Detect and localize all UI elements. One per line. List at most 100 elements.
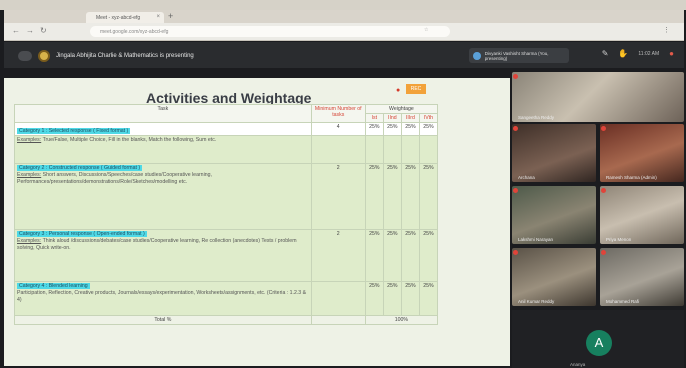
new-tab-icon[interactable]: + bbox=[168, 11, 173, 21]
browser-address-bar: ← → ↻ meet.google.com/xyz-abcd-efg ☆ ⋮ bbox=[4, 23, 684, 41]
browser-tab[interactable]: Meet - xyz-abcd-efg × bbox=[86, 12, 164, 23]
examples-text: True/False, Multiple Choice, Fill in the… bbox=[42, 137, 217, 143]
category-number bbox=[310, 281, 366, 316]
tab-close-icon[interactable]: × bbox=[156, 14, 160, 20]
table-row: Category 1 : Selected response ( Fixed f… bbox=[14, 122, 439, 136]
muted-mic-icon bbox=[513, 188, 518, 193]
muted-mic-icon bbox=[513, 250, 518, 255]
menu-icon[interactable]: ⋮ bbox=[663, 26, 674, 34]
examples-text: Participation, Reflection, Creative prod… bbox=[17, 290, 307, 303]
weight-cell: 25% bbox=[364, 163, 384, 230]
bookmark-icon[interactable]: ☆ bbox=[424, 27, 428, 33]
more-icon[interactable]: ● bbox=[669, 49, 674, 58]
weightage-table: Task Minimum Number of tasks Weightage I… bbox=[14, 104, 439, 325]
meet-top-bar: Jingala Abhijita Charlie & Mathematics i… bbox=[4, 42, 684, 68]
participant-tile[interactable]: Sangeetha Reddy bbox=[512, 72, 684, 122]
weight-cell: 25% bbox=[418, 229, 439, 282]
participant-name: Ananya bbox=[570, 362, 586, 367]
layout-toggle[interactable] bbox=[18, 51, 32, 61]
weight-cell: 25% bbox=[364, 122, 384, 136]
category-cell: Category 4 : Blended learning Participat… bbox=[14, 281, 312, 316]
muted-mic-icon bbox=[513, 126, 518, 131]
total-label: Total % bbox=[14, 315, 312, 325]
header-term: IIIrd bbox=[400, 113, 420, 123]
recording-badge: REC bbox=[406, 84, 426, 94]
category-title: Category 2 : Constructed response ( Guid… bbox=[17, 165, 143, 171]
category-number: 2 bbox=[310, 163, 366, 230]
category-cell: Category 1 : Selected response ( Fixed f… bbox=[14, 122, 312, 136]
empty-cell bbox=[400, 135, 420, 164]
empty-cell bbox=[382, 135, 402, 164]
weight-cell: 25% bbox=[382, 281, 402, 316]
participant-name: Archana bbox=[518, 175, 535, 180]
muted-mic-icon bbox=[601, 250, 606, 255]
url-text: meet.google.com/xyz-abcd-efg bbox=[100, 29, 169, 35]
reload-icon[interactable]: ↻ bbox=[40, 26, 47, 35]
participant-tile[interactable]: Ramesh Sharma (Admin) bbox=[600, 124, 684, 182]
participant-tile[interactable]: Mohammed Rafi bbox=[600, 248, 684, 306]
category-number: 4 bbox=[310, 122, 366, 136]
examples-label: Examples: bbox=[17, 172, 42, 178]
avatar-tile[interactable]: A Ananya bbox=[512, 310, 684, 368]
chat-icon[interactable]: ✎ bbox=[602, 49, 609, 58]
weight-cell: 25% bbox=[400, 229, 420, 282]
weight-cell: 25% bbox=[364, 281, 384, 316]
tab-title: Meet - xyz-abcd-efg bbox=[96, 15, 141, 21]
table-row: Category 4 : Blended learning Participat… bbox=[14, 281, 439, 316]
meeting-title: Jingala Abhijita Charlie & Mathematics i… bbox=[56, 53, 194, 59]
total-row: Total % 100% bbox=[14, 315, 439, 325]
weight-cell: 25% bbox=[400, 281, 420, 316]
presenting-icon bbox=[473, 51, 481, 60]
participant-tile[interactable]: Anil Kumar Reddy bbox=[512, 248, 596, 306]
header-number: Minimum Number of tasks bbox=[310, 104, 366, 123]
empty-cell bbox=[364, 135, 384, 164]
weight-cell: 25% bbox=[400, 122, 420, 136]
participant-tile[interactable]: Priya Menon bbox=[600, 186, 684, 244]
weight-cell: 25% bbox=[364, 229, 384, 282]
examples-cell: Examples: True/False, Multiple Choice, F… bbox=[14, 135, 312, 164]
table-row: Category 2 : Constructed response ( Guid… bbox=[14, 163, 439, 230]
total-value: 100% bbox=[364, 315, 439, 325]
weight-cell: 25% bbox=[400, 163, 420, 230]
header-weightage: Weightage bbox=[364, 104, 439, 114]
participant-name: Priya Menon bbox=[606, 237, 632, 242]
weight-cell: 25% bbox=[382, 229, 402, 282]
muted-mic-icon bbox=[513, 74, 518, 79]
category-cell: Category 3 : Personal response ( Open-en… bbox=[14, 229, 312, 282]
forward-icon[interactable]: → bbox=[26, 26, 34, 35]
examples-label: Examples: bbox=[17, 137, 42, 143]
meeting-time: 11:02 AM bbox=[638, 51, 660, 57]
url-field[interactable]: meet.google.com/xyz-abcd-efg bbox=[90, 26, 450, 37]
empty-cell bbox=[310, 315, 366, 325]
empty-cell bbox=[310, 135, 366, 164]
table-row: Examples: True/False, Multiple Choice, F… bbox=[14, 135, 439, 164]
category-number: 2 bbox=[310, 229, 366, 282]
participant-name: Lakshmi Narayan bbox=[518, 237, 554, 242]
hand-icon[interactable]: ✋ bbox=[618, 49, 628, 58]
participant-name: Sangeetha Reddy bbox=[518, 115, 555, 120]
presenter-label: Divyanki Vashisht Sharma (You, presentin… bbox=[484, 50, 549, 61]
presenter-chip[interactable]: Divyanki Vashisht Sharma (You, presentin… bbox=[469, 48, 569, 63]
examples-label: Examples: bbox=[17, 238, 42, 244]
participant-name: Ramesh Sharma (Admin) bbox=[606, 175, 657, 180]
category-title: Category 1 : Selected response ( Fixed f… bbox=[17, 128, 131, 134]
header-term: IInd bbox=[382, 113, 402, 123]
category-title: Category 4 : Blended learning bbox=[17, 283, 90, 289]
participant-name: Anil Kumar Reddy bbox=[518, 299, 555, 304]
weight-cell: 25% bbox=[382, 122, 402, 136]
muted-mic-icon bbox=[601, 126, 606, 131]
header-term: IVth bbox=[418, 113, 439, 123]
participant-tile[interactable]: Archana bbox=[512, 124, 596, 182]
header-task: Task bbox=[14, 104, 312, 123]
category-cell: Category 2 : Constructed response ( Guid… bbox=[14, 163, 312, 230]
back-icon[interactable]: ← bbox=[12, 26, 20, 35]
recording-icon: ● bbox=[396, 87, 401, 94]
muted-mic-icon bbox=[601, 188, 606, 193]
table-header-row: Task Minimum Number of tasks Weightage bbox=[14, 104, 439, 123]
weight-cell: 25% bbox=[418, 281, 439, 316]
participant-tile[interactable]: Lakshmi Narayan bbox=[512, 186, 596, 244]
category-title: Category 3 : Personal response ( Open-en… bbox=[17, 231, 147, 237]
weight-cell: 25% bbox=[418, 163, 439, 230]
examples-text: Short answers, Discussions/Speeches/case… bbox=[17, 172, 212, 185]
avatar: A bbox=[586, 330, 612, 356]
